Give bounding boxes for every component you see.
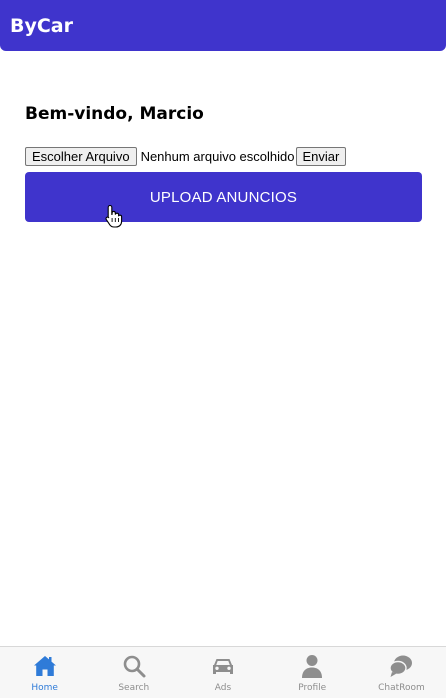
upload-ads-button[interactable]: UPLOAD ANUNCIOS [25,172,422,222]
car-icon [213,659,233,674]
bottom-navigation: Home Search Ads Profile ChatRoom [0,646,446,698]
app-header: ByCar [0,0,446,51]
hand-cursor-icon [105,204,123,228]
nav-label-ads: Ads [214,683,232,693]
app-title: ByCar [10,14,74,37]
nav-label-search: Search [118,683,150,693]
nav-item-home[interactable]: Home [0,647,89,698]
nav-label-home: Home [31,683,58,693]
nav-item-search[interactable]: Search [89,647,178,698]
welcome-heading: Bem-vindo, Marcio [25,104,204,124]
submit-button[interactable]: Enviar [295,147,347,166]
nav-label-chatroom: ChatRoom [378,683,425,693]
chat-icon [389,655,413,677]
search-icon [123,655,146,678]
nav-label-profile: Profile [298,683,327,693]
choose-file-button[interactable]: Escolher Arquivo [25,147,137,166]
file-upload-form: Escolher Arquivo Nenhum arquivo escolhid… [25,147,347,166]
file-status-text: Nenhum arquivo escolhido [140,149,295,164]
person-icon [302,655,323,678]
home-icon [33,656,56,676]
nav-item-chatroom[interactable]: ChatRoom [357,647,446,698]
nav-item-profile[interactable]: Profile [268,647,357,698]
nav-item-ads[interactable]: Ads [178,647,267,698]
